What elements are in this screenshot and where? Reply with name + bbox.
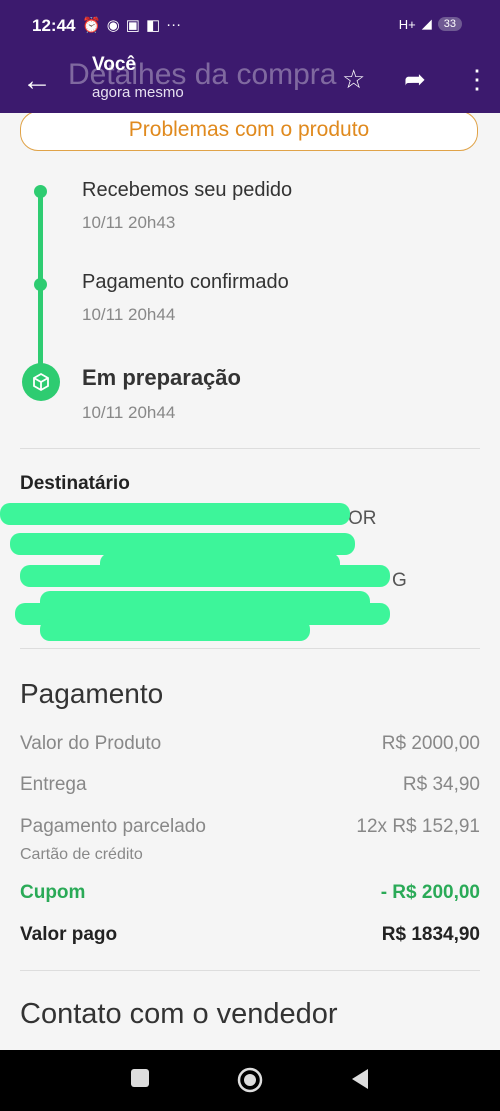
- app-bar: ← Detalhes da compra Você agora mesmo ☆ …: [0, 50, 500, 113]
- timeline-step-time: 10/11 20h43: [82, 213, 176, 232]
- installments-value: 12x R$ 152,91: [356, 816, 480, 837]
- more-vert-icon[interactable]: ⋮: [464, 64, 490, 95]
- sender-name: Você: [92, 54, 137, 75]
- back-arrow-icon[interactable]: ←: [22, 64, 52, 98]
- chat-icon: ◉: [106, 17, 120, 34]
- more-notifications: ···: [166, 16, 182, 33]
- total-paid-value: R$ 1834,90: [381, 924, 480, 945]
- divider: [20, 648, 480, 649]
- divider: [20, 448, 480, 449]
- recipient-address-line: OR: [348, 508, 377, 529]
- order-details: Problemas com o produto Recebemos seu pe…: [0, 113, 500, 1050]
- signal-icon: ◢: [421, 16, 432, 31]
- status-bar: 12:44 ⏰ ◉ ▣ ◧ ··· H+ ◢ 33: [0, 0, 500, 50]
- shipping-value: R$ 34,90: [402, 774, 480, 795]
- seller-contact-title[interactable]: Contato com o vendedor: [20, 998, 338, 1031]
- timeline-step-label-current: Em preparação: [82, 365, 241, 390]
- timeline-step-time: 10/11 20h44: [82, 403, 176, 422]
- coupon-label: Cupom: [20, 882, 86, 903]
- battery-indicator: 33: [437, 17, 462, 31]
- package-status-icon: [22, 363, 60, 401]
- installments-label: Pagamento parcelado: [20, 816, 206, 837]
- star-icon[interactable]: ☆: [342, 64, 365, 95]
- status-time: 12:44: [32, 16, 76, 35]
- sender-timestamp: agora mesmo: [92, 84, 184, 101]
- alarm-icon: ⏰: [82, 17, 101, 34]
- recents-button-icon[interactable]: [130, 1068, 150, 1088]
- network-type: H+: [398, 16, 416, 32]
- total-paid-label: Valor pago: [20, 924, 118, 945]
- timeline-dot: [34, 185, 47, 198]
- instagram-icon: ▣: [125, 17, 140, 34]
- notification-icons: ⏰ ◉ ▣ ◧ ···: [82, 16, 181, 34]
- payment-method: Cartão de crédito: [20, 846, 143, 863]
- home-button-icon[interactable]: [236, 1066, 264, 1094]
- timeline-step-label: Recebemos seu pedido: [82, 179, 293, 201]
- product-value: R$ 2000,00: [381, 733, 480, 754]
- status-right: H+ ◢ 33: [399, 16, 462, 32]
- timeline-step-label: Pagamento confirmado: [82, 271, 289, 293]
- coupon-value: - R$ 200,00: [380, 882, 480, 903]
- timeline-step-time: 10/11 20h44: [82, 305, 176, 324]
- system-nav-bar: [0, 1050, 500, 1111]
- payment-title: Pagamento: [20, 678, 164, 709]
- recipient-address-line: G: [392, 570, 407, 591]
- back-button-icon[interactable]: [350, 1068, 370, 1090]
- recipient-title: Destinatário: [20, 473, 130, 494]
- divider: [20, 970, 480, 971]
- problems-button[interactable]: Problemas com o produto: [20, 113, 478, 151]
- product-value-label: Valor do Produto: [20, 733, 162, 754]
- share-arrow-icon[interactable]: ➦: [404, 64, 426, 95]
- shopping-icon: ◧: [145, 17, 161, 34]
- timeline-dot: [34, 278, 47, 291]
- shipping-label: Entrega: [20, 774, 87, 795]
